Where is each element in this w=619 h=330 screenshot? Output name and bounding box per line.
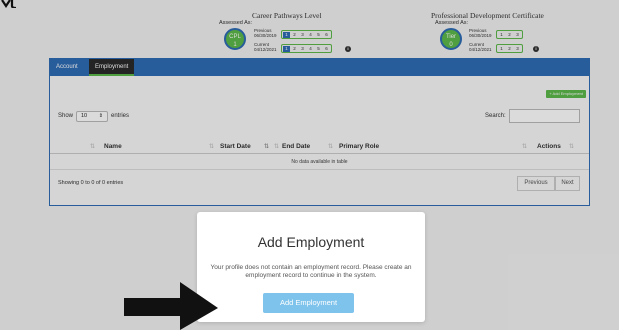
- cropped-glyph-icon: [1, 0, 17, 8]
- arrow-right-icon: [124, 282, 218, 330]
- modal-message: Your profile does not contain an employm…: [210, 264, 412, 279]
- add-employment-modal: Add Employment Your profile does not con…: [197, 212, 425, 322]
- modal-title: Add Employment: [257, 234, 365, 250]
- modal-add-employment-button[interactable]: Add Employment: [263, 293, 354, 313]
